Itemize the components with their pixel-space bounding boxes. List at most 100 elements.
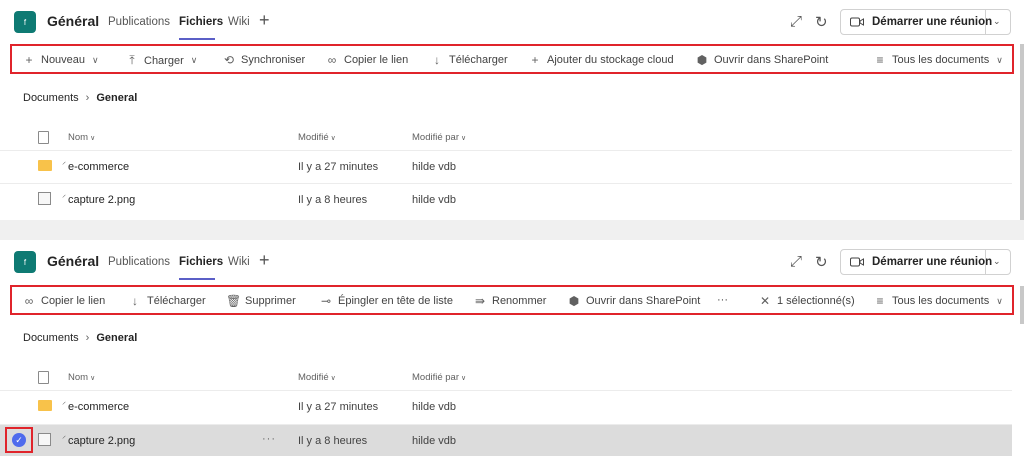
table-row[interactable]: ⸝ e-commerce Il y a 27 minutes hilde vdb [0, 390, 1012, 422]
breadcrumb-documents[interactable]: Documents [23, 92, 79, 104]
chevron-down-icon: ∨ [996, 54, 1003, 65]
more-actions-button[interactable]: ··· [717, 294, 728, 306]
modified-by: hilde vdb [412, 401, 457, 413]
file-type-header-icon[interactable] [38, 131, 49, 144]
chevron-down-icon: ∨ [461, 375, 467, 382]
tab-wiki[interactable]: Wiki [228, 16, 250, 28]
chevron-down-icon: ∨ [90, 375, 96, 382]
add-tab-icon[interactable]: + [259, 250, 270, 271]
view-selector-label: Tous les documents [892, 54, 990, 66]
copy-link-label: Copier le lien [41, 295, 106, 307]
tab-fichiers[interactable]: Fichiers [179, 256, 223, 268]
add-cloud-storage-label: Ajouter du stockage cloud [547, 54, 674, 66]
chevron-down-icon: ∨ [190, 55, 198, 65]
start-meeting-button[interactable]: Démarrer une réunion ⌄ [840, 249, 1011, 275]
scrollbar[interactable] [1020, 44, 1024, 220]
video-camera-icon [850, 17, 864, 27]
pin-to-top-button[interactable]: ⊸ Épingler en tête de liste [319, 294, 453, 308]
breadcrumb-current: General [96, 92, 138, 104]
rename-icon: ⇛ [474, 294, 486, 308]
download-icon: ↓ [434, 53, 440, 67]
open-sharepoint-button[interactable]: ⬢ Ouvrir dans SharePoint [695, 53, 829, 67]
close-icon: ✕ [759, 294, 771, 308]
file-type-header-icon[interactable] [38, 371, 49, 384]
sync-status-icon: ⸝ [62, 157, 66, 166]
modified-by: hilde vdb [412, 161, 457, 173]
sync-button[interactable]: ⟲ Synchroniser [222, 53, 305, 67]
upload-icon: ⤒ [129, 53, 135, 67]
plus-icon: + [25, 53, 33, 67]
column-header-name[interactable]: Nom ∨ [68, 372, 95, 383]
column-modified-label: Modifié [298, 132, 329, 143]
pin-icon: ⊸ [320, 294, 332, 308]
file-name[interactable]: capture 2.png [68, 435, 135, 447]
chevron-down-icon: ∨ [90, 135, 96, 142]
chevron-down-icon[interactable]: ⌄ [993, 256, 1001, 267]
column-modified-label: Modifié [298, 372, 329, 383]
link-icon: ∞ [24, 294, 34, 308]
expand-icon[interactable]: ⤢ [790, 253, 802, 270]
new-button[interactable]: + Nouveau ∨ [22, 53, 98, 67]
sharepoint-icon: ⬢ [568, 294, 580, 308]
modified-date: Il y a 8 heures [298, 435, 368, 447]
start-meeting-button[interactable]: Démarrer une réunion ⌄ [840, 9, 1011, 35]
delete-label: Supprimer [245, 295, 296, 307]
file-name[interactable]: capture 2.png [68, 194, 135, 206]
breadcrumb-documents[interactable]: Documents [23, 332, 79, 344]
split-divider [985, 250, 986, 274]
refresh-icon[interactable]: ↻ [815, 253, 828, 271]
scrollbar[interactable] [1020, 286, 1024, 324]
tab-wiki[interactable]: Wiki [228, 256, 250, 268]
sync-status-icon: ⸝ [62, 397, 66, 406]
clear-selection-button[interactable]: ✕ 1 sélectionné(s) [758, 294, 855, 308]
expand-icon[interactable]: ⤢ [790, 13, 802, 30]
column-header-modified-by[interactable]: Modifié par ∨ [412, 372, 466, 383]
more-icon: ··· [717, 294, 728, 306]
chevron-right-icon: › [85, 332, 90, 344]
column-header-name[interactable]: Nom ∨ [68, 132, 95, 143]
add-tab-icon[interactable]: + [259, 10, 270, 31]
sharepoint-icon: ⬢ [696, 53, 708, 67]
rename-button[interactable]: ⇛ Renommer [473, 294, 546, 308]
table-row[interactable]: ⸝ capture 2.png Il y a 8 heures hilde vd… [0, 183, 1012, 215]
download-button[interactable]: ↓ Télécharger [430, 53, 508, 67]
active-tab-indicator [179, 278, 215, 280]
column-header-modified-by[interactable]: Modifié par ∨ [412, 132, 466, 143]
chevron-down-icon: ∨ [330, 375, 336, 382]
column-modified-by-label: Modifié par [412, 132, 459, 143]
column-name-label: Nom [68, 132, 89, 143]
tab-fichiers[interactable]: Fichiers [179, 16, 223, 28]
column-header-modified[interactable]: Modifié ∨ [298, 372, 336, 383]
chevron-down-icon[interactable]: ⌄ [993, 16, 1001, 27]
file-name[interactable]: e-commerce [68, 161, 129, 173]
view-selector[interactable]: ≡ Tous les documents ∨ [873, 53, 1003, 67]
download-button[interactable]: ↓ Télécharger [128, 294, 206, 308]
add-cloud-storage-button[interactable]: + Ajouter du stockage cloud [528, 53, 674, 67]
table-row-selected[interactable]: ✓ ⸝ capture 2.png ··· Il y a 8 heures hi… [0, 424, 1012, 456]
column-header-modified[interactable]: Modifié ∨ [298, 132, 336, 143]
copy-link-button[interactable]: ∞ Copier le lien [22, 294, 105, 308]
breadcrumb: Documents › General [23, 332, 137, 344]
channel-title: Général [47, 253, 100, 269]
copy-link-label: Copier le lien [344, 54, 409, 66]
chevron-right-icon: › [85, 92, 90, 104]
modified-by: hilde vdb [412, 194, 457, 206]
modified-by: hilde vdb [412, 435, 457, 447]
table-row[interactable]: ⸝ e-commerce Il y a 27 minutes hilde vdb [0, 150, 1012, 182]
open-sharepoint-button[interactable]: ⬢ Ouvrir dans SharePoint [567, 294, 701, 308]
more-options-icon[interactable]: ··· [262, 433, 276, 445]
tab-publications[interactable]: Publications [108, 256, 170, 268]
command-bar: ∞ Copier le lien ↓ Télécharger 🗑 Supprimer … [10, 285, 1014, 315]
checkmark-icon[interactable]: ✓ [12, 433, 26, 447]
tab-publications[interactable]: Publications [108, 16, 170, 28]
copy-link-button[interactable]: ∞ Copier le lien [325, 53, 408, 67]
delete-button[interactable]: 🗑 Supprimer [226, 294, 296, 308]
view-selector[interactable]: ≡ Tous les documents ∨ [873, 294, 1002, 308]
upload-button[interactable]: ⤒ Charger ∨ [125, 53, 197, 68]
image-file-icon [38, 192, 51, 205]
selection-highlight-box: ✓ [5, 427, 33, 453]
plus-icon: + [531, 53, 539, 67]
file-name[interactable]: e-commerce [68, 401, 129, 413]
list-icon: ≡ [876, 53, 884, 67]
refresh-icon[interactable]: ↻ [815, 13, 828, 31]
